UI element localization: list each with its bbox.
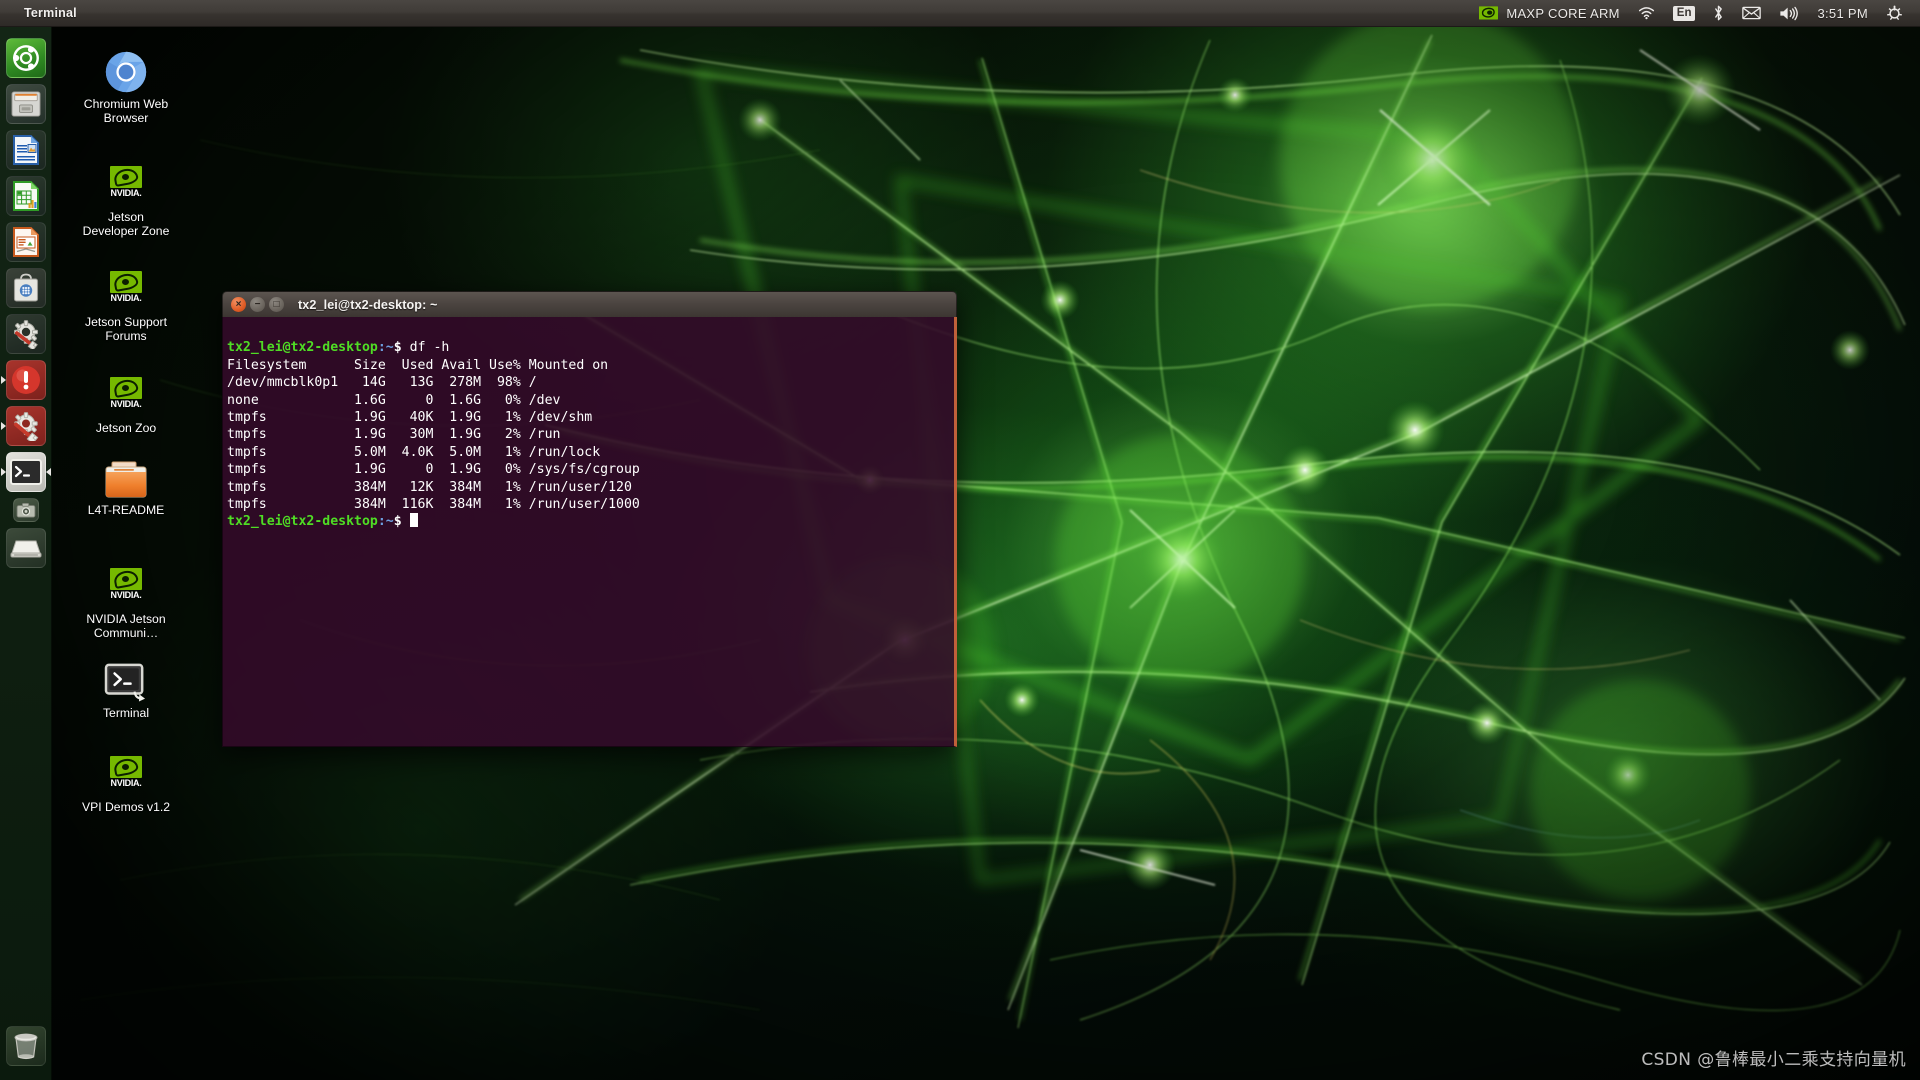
top-panel: Terminal MAXP CORE ARM En 3:51 PM — [0, 0, 1920, 27]
prompt-symbol: $ — [393, 514, 402, 530]
terminal-output-row: tmpfs 1.9G 40K 1.9G 1% /dev/shm — [227, 410, 593, 426]
prompt-path: :~ — [377, 340, 394, 356]
terminal-icon — [80, 655, 172, 703]
trash-icon — [14, 1033, 38, 1060]
launcher-item-libreoffice-writer[interactable] — [5, 130, 46, 170]
volume-icon[interactable] — [1770, 0, 1808, 27]
tray-nvidia-indicator[interactable]: MAXP CORE ARM — [1470, 0, 1628, 27]
terminal-output-row: tmpfs 5.0M 4.0K 5.0M 1% /run/lock — [227, 444, 601, 460]
terminal-titlebar[interactable]: × − □ tx2_lei@tx2-desktop: ~ — [222, 291, 957, 317]
desktop-icon-label: Chromium Web Browser — [83, 97, 169, 126]
prompt-symbol: $ — [393, 340, 402, 356]
keyboard-layout-label: En — [1672, 5, 1696, 21]
prompt-user-host: tx2_lei@tx2-desktop — [227, 514, 378, 530]
launcher-item-libreoffice-impress[interactable] — [5, 222, 46, 262]
launcher-item-screenshot[interactable] — [12, 498, 39, 522]
launcher-item-terminal[interactable] — [5, 452, 46, 492]
desktop-icon-label: Jetson Developer Zone — [82, 210, 170, 239]
launcher-item-ubuntu-software[interactable] — [5, 268, 46, 308]
system-tray: MAXP CORE ARM En 3:51 PM — [1470, 0, 1920, 27]
desktop-icon-jetson-zoo[interactable]: NVIDIA. Jetson Zoo — [80, 363, 172, 435]
desktop-icon-nvidia-jetson-community[interactable]: NVIDIA. NVIDIA Jetson Communi… — [80, 554, 172, 640]
terminal-output-header: Filesystem Size Used Avail Use% Mounted … — [227, 357, 609, 373]
desktop-icon-chromium-web-browser[interactable]: Chromium Web Browser — [80, 46, 172, 125]
terminal-output-row: tmpfs 1.9G 30M 1.9G 2% /run — [227, 427, 561, 443]
desktop-icon-jetson-developer-zone[interactable]: NVIDIA. Jetson Developer Zone — [80, 152, 172, 238]
nvidia-icon: NVIDIA. — [80, 363, 172, 411]
hard-drive-icon — [10, 540, 41, 558]
minimize-button[interactable]: − — [250, 297, 265, 312]
panel-app-title[interactable]: Terminal — [24, 6, 77, 20]
launcher-item-libreoffice-calc[interactable] — [5, 176, 46, 216]
launcher-item-trash[interactable] — [6, 1026, 46, 1066]
desktop-icon-vpi-demos[interactable]: NVIDIA. VPI Demos v1.2 — [80, 742, 172, 814]
terminal-output-row: none 1.6G 0 1.6G 0% /dev — [227, 392, 561, 408]
terminal-output-row: tmpfs 384M 12K 384M 1% /run/user/120 — [227, 479, 632, 495]
alert-exclamation-icon — [11, 366, 40, 394]
software-center-icon — [13, 273, 38, 302]
desktop-icon-label: NVIDIA Jetson Communi… — [86, 612, 166, 641]
clock[interactable]: 3:51 PM — [1808, 0, 1877, 27]
terminal-title: tx2_lei@tx2-desktop: ~ — [298, 297, 438, 312]
terminal-command: df -h — [409, 340, 450, 356]
launcher-item-software-updates[interactable] — [5, 360, 46, 400]
desktop-icon-terminal[interactable]: Terminal — [80, 655, 172, 720]
camera-icon — [16, 502, 35, 518]
launcher-item-disk-drive[interactable] — [5, 528, 46, 568]
nvidia-icon: NVIDIA. — [80, 742, 172, 790]
gear-wrench-icon — [13, 320, 38, 349]
terminal-output-row: tmpfs 1.9G 0 1.9G 0% /sys/fs/cgroup — [227, 462, 640, 478]
document-icon — [12, 135, 39, 165]
desktop-icon-jetson-support-forums[interactable]: NVIDIA. Jetson Support Forums — [80, 257, 172, 343]
nvidia-icon: NVIDIA. — [80, 554, 172, 602]
keyboard-layout-icon[interactable]: En — [1664, 0, 1705, 27]
launcher-item-software-updater[interactable] — [5, 406, 46, 446]
system-menu-icon[interactable] — [1877, 0, 1912, 27]
terminal-window[interactable]: × − □ tx2_lei@tx2-desktop: ~ tx2_lei@tx2… — [222, 291, 957, 747]
desktop-icon-l4t-readme[interactable]: L4T-README — [80, 452, 172, 517]
wifi-icon[interactable] — [1629, 0, 1664, 27]
terminal-output-area[interactable]: tx2_lei@tx2-desktop:~$ df -h Filesystem … — [222, 317, 957, 747]
desktop-icon-label: Jetson Zoo — [95, 421, 157, 435]
prompt-user-host: tx2_lei@tx2-desktop — [227, 340, 378, 356]
unity-launcher — [0, 27, 52, 1080]
folder-icon — [80, 452, 172, 500]
maximize-button[interactable]: □ — [269, 297, 284, 312]
close-button[interactable]: × — [231, 297, 246, 312]
terminal-output-row: tmpfs 384M 116K 384M 1% /run/user/1000 — [227, 497, 640, 513]
watermark: CSDN @鲁棒最小二乘支持向量机 — [1641, 1050, 1906, 1070]
desktop-icon-label: VPI Demos v1.2 — [81, 800, 171, 814]
launcher-trash-wrap — [0, 1021, 52, 1072]
launcher-item-files[interactable] — [5, 84, 46, 124]
terminal-icon — [9, 459, 42, 485]
desktop-icon-label: L4T-README — [87, 503, 165, 517]
prompt-path: :~ — [377, 514, 394, 530]
red-gear-wrench-icon — [13, 412, 38, 441]
mail-icon[interactable] — [1733, 0, 1770, 27]
clock-label: 3:51 PM — [1817, 5, 1868, 21]
nvidia-icon: NVIDIA. — [80, 257, 172, 305]
terminal-output-row: /dev/mmcblk0p1 14G 13G 278M 98% / — [227, 375, 537, 391]
desktop-icon-label: Jetson Support Forums — [85, 315, 167, 344]
launcher-item-system-settings[interactable] — [5, 314, 46, 354]
nvidia-icon: NVIDIA. — [80, 152, 172, 200]
spreadsheet-icon — [12, 181, 39, 211]
desktop-icon-label: Terminal — [102, 706, 150, 720]
bluetooth-icon[interactable] — [1704, 0, 1733, 27]
terminal-prompt-line-current: tx2_lei@tx2-desktop:~$ — [227, 513, 418, 530]
ubuntu-logo-icon — [12, 45, 39, 71]
chromium-icon — [80, 46, 172, 94]
tray-nvidia-label: MAXP CORE ARM — [1506, 5, 1620, 21]
presentation-icon — [12, 227, 39, 257]
file-manager-icon — [10, 91, 41, 117]
launcher-item-dash-home[interactable] — [5, 38, 46, 78]
nvidia-icon — [1479, 5, 1499, 21]
terminal-cursor — [409, 513, 418, 528]
terminal-prompt-line: tx2_lei@tx2-desktop:~$ df -h — [227, 340, 449, 355]
